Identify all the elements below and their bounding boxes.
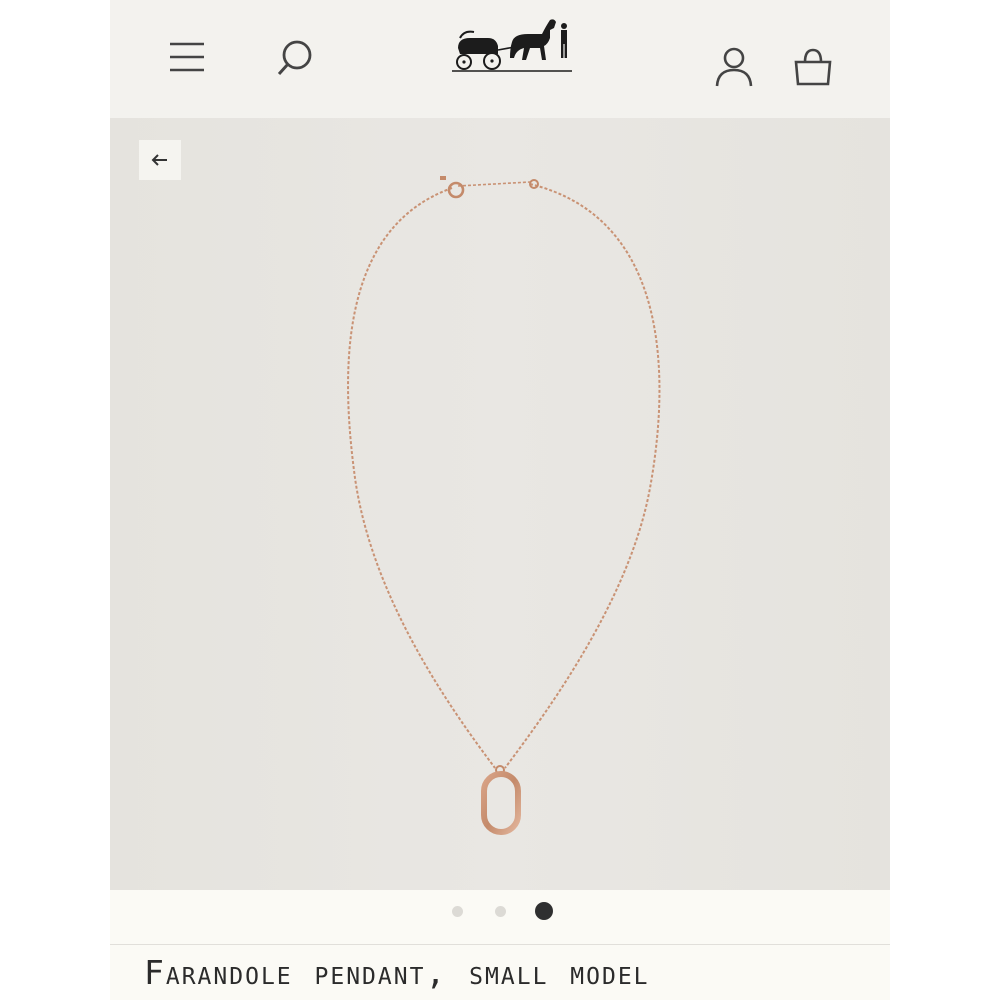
search-icon[interactable]	[274, 38, 318, 80]
product-info: Farandole pendant, small model	[110, 945, 890, 1000]
brand-logo[interactable]	[450, 14, 574, 76]
back-button[interactable]	[139, 140, 181, 180]
site-header	[110, 0, 890, 118]
product-image-gallery[interactable]	[110, 118, 890, 890]
carousel-dot-2[interactable]	[495, 906, 506, 917]
account-icon[interactable]	[714, 46, 754, 90]
shopping-bag-icon[interactable]	[792, 46, 834, 88]
menu-icon[interactable]	[168, 40, 208, 76]
page-frame: Farandole pendant, small model	[110, 0, 890, 1000]
arrow-left-icon	[151, 154, 167, 166]
necklace-image	[347, 176, 661, 835]
carousel-dot-1[interactable]	[452, 906, 463, 917]
carousel-pagination	[110, 890, 890, 945]
carousel-dot-3-active[interactable]	[535, 902, 553, 920]
product-title: Farandole pendant, small model	[144, 953, 650, 992]
